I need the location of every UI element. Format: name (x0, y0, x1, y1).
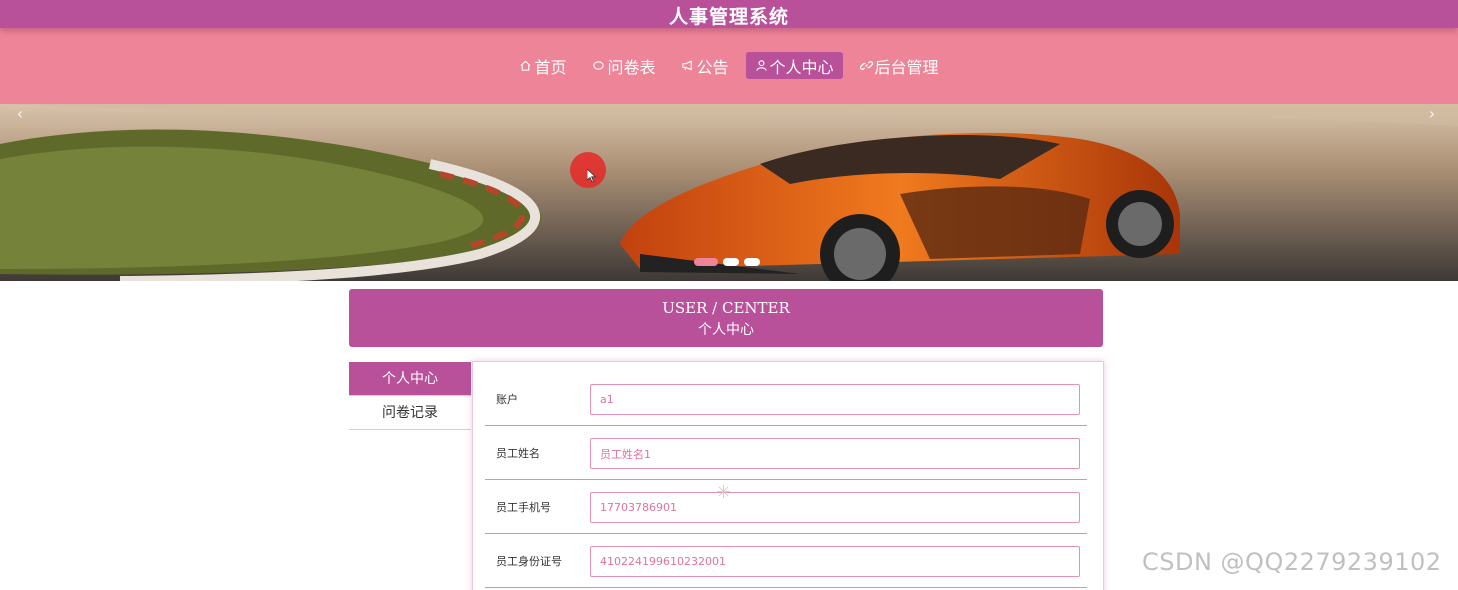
employee-id-input[interactable] (590, 546, 1080, 577)
link-icon (859, 59, 873, 72)
carousel-next-arrow[interactable]: › (1422, 104, 1442, 124)
employee-phone-label: 员工手机号 (496, 501, 551, 514)
account-label: 账户 (496, 393, 518, 406)
carousel-indicators (694, 258, 760, 266)
banner-carousel: ‹ › (0, 104, 1458, 281)
form-row-employee-id: 员工身份证号 (485, 534, 1087, 588)
form-row-employee-phone: 员工手机号 (485, 480, 1087, 534)
nav-label-announcement: 公告 (696, 57, 729, 77)
home-icon (519, 59, 532, 72)
employee-id-label: 员工身份证号 (496, 555, 562, 568)
nav-label-user-center: 个人中心 (769, 57, 834, 77)
section-header: USER / CENTER 个人中心 (349, 289, 1103, 347)
nav-item-admin[interactable]: 后台管理 (851, 52, 948, 79)
nav-item-questionnaire[interactable]: 问卷表 (583, 52, 664, 79)
side-menu: 个人中心 问卷记录 (349, 362, 471, 430)
banner-car-image (0, 104, 1458, 281)
nav-item-user-center[interactable]: 个人中心 (745, 52, 843, 79)
account-input[interactable] (590, 384, 1080, 415)
side-menu-item-survey-records[interactable]: 问卷记录 (349, 396, 471, 430)
form-row-employee-name: 员工姓名 (485, 426, 1087, 480)
section-title-cn: 个人中心 (698, 322, 754, 338)
side-menu-item-user-center[interactable]: 个人中心 (349, 362, 471, 396)
nav-item-home[interactable]: 首页 (510, 52, 575, 79)
mouse-cursor-highlight (570, 152, 606, 188)
nav-label-home: 首页 (534, 57, 567, 77)
form-row-account: 账户 (485, 372, 1087, 426)
top-title-bar: 人事管理系统 (0, 0, 1458, 28)
nav-label-admin: 后台管理 (874, 57, 939, 77)
carousel-dot-1[interactable] (694, 258, 718, 266)
nav-item-announcement[interactable]: 公告 (672, 52, 737, 79)
section-title-en: USER / CENTER (662, 299, 790, 317)
carousel-dot-3[interactable] (744, 258, 760, 266)
carousel-prev-arrow[interactable]: ‹ (10, 104, 30, 124)
chat-icon (592, 59, 605, 72)
user-icon (755, 59, 768, 72)
navigation-bar: 首页 问卷表 公告 个人中心 后台管理 (0, 28, 1458, 104)
site-title: 人事管理系统 (668, 6, 789, 28)
watermark-text: CSDN @QQ2279239102 (1142, 548, 1442, 576)
profile-form: 账户 员工姓名 员工手机号 员工身份证号 (472, 361, 1104, 590)
nav-label-questionnaire: 问卷表 (607, 57, 656, 77)
loading-spinner-icon: ✳ (716, 482, 732, 503)
carousel-dot-2[interactable] (723, 258, 739, 266)
megaphone-icon (681, 59, 694, 72)
main-nav: 首页 问卷表 公告 个人中心 后台管理 (0, 52, 1458, 79)
employee-phone-input[interactable] (590, 492, 1080, 523)
employee-name-label: 员工姓名 (496, 447, 540, 460)
employee-name-input[interactable] (590, 438, 1080, 469)
